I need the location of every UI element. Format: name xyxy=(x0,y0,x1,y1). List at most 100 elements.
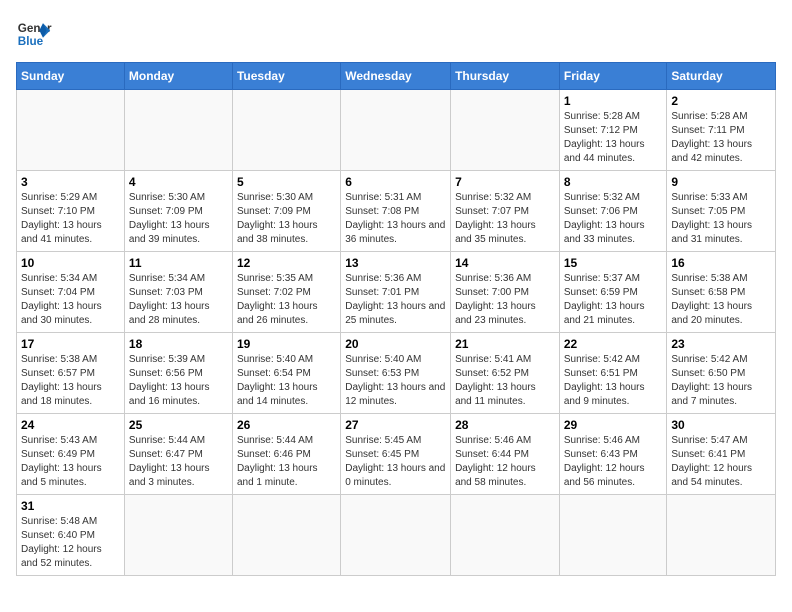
day-number: 19 xyxy=(237,337,336,351)
day-cell: 23 Sunrise: 5:42 AM Sunset: 6:50 PM Dayli… xyxy=(667,333,776,414)
day-cell: 4Sunrise: 5:30 AM Sunset: 7:09 PM Daylig… xyxy=(124,171,232,252)
day-info: Sunrise: 5:29 AM Sunset: 7:10 PM Dayligh… xyxy=(21,191,120,247)
day-cell: 3 Sunrise: 5:29 AM Sunset: 7:10 PM Daylig… xyxy=(17,171,125,252)
day-cell: 24Sunrise: 5:43 AM Sunset: 6:49 PM Dayli… xyxy=(17,414,125,495)
day-number: 23 xyxy=(671,337,771,351)
day-info: Sunrise: 5:46 AM Sunset: 6:43 PM Dayligh… xyxy=(564,434,663,490)
week-row-3: 17 Sunrise: 5:38 AM Sunset: 6:57 PM Dayli… xyxy=(17,333,776,414)
day-number: 12 xyxy=(237,256,336,270)
day-cell: 29 Sunrise: 5:46 AM Sunset: 6:43 PM Dayli… xyxy=(559,414,667,495)
day-number: 28 xyxy=(455,418,555,432)
day-number: 20 xyxy=(345,337,446,351)
day-number: 22 xyxy=(564,337,663,351)
day-info: Sunrise: 5:32 AM Sunset: 7:06 PM Dayligh… xyxy=(564,191,663,247)
day-cell: 18 Sunrise: 5:39 AM Sunset: 6:56 PM Dayli… xyxy=(124,333,232,414)
day-cell: 28Sunrise: 5:46 AM Sunset: 6:44 PM Dayli… xyxy=(451,414,560,495)
day-cell xyxy=(124,495,232,576)
day-info: Sunrise: 5:41 AM Sunset: 6:52 PM Dayligh… xyxy=(455,353,555,409)
day-cell xyxy=(232,90,340,171)
day-info: Sunrise: 5:28 AM Sunset: 7:11 PM Dayligh… xyxy=(671,110,771,166)
day-number: 7 xyxy=(455,175,555,189)
day-info: Sunrise: 5:28 AM Sunset: 7:12 PM Dayligh… xyxy=(564,110,663,166)
calendar-header-row: SundayMondayTuesdayWednesdayThursdayFrid… xyxy=(17,63,776,90)
day-info: Sunrise: 5:42 AM Sunset: 6:50 PM Dayligh… xyxy=(671,353,771,409)
day-cell: 27 Sunrise: 5:45 AM Sunset: 6:45 PM Dayli… xyxy=(341,414,451,495)
day-cell: 5 Sunrise: 5:30 AM Sunset: 7:09 PM Daylig… xyxy=(232,171,340,252)
day-number: 10 xyxy=(21,256,120,270)
day-number: 27 xyxy=(345,418,446,432)
day-number: 13 xyxy=(345,256,446,270)
day-cell: 7 Sunrise: 5:32 AM Sunset: 7:07 PM Daylig… xyxy=(451,171,560,252)
day-cell xyxy=(451,90,560,171)
day-info: Sunrise: 5:31 AM Sunset: 7:08 PM Dayligh… xyxy=(345,191,446,247)
day-info: Sunrise: 5:33 AM Sunset: 7:05 PM Dayligh… xyxy=(671,191,771,247)
day-number: 29 xyxy=(564,418,663,432)
day-cell xyxy=(559,495,667,576)
logo: General Blue xyxy=(16,16,52,52)
day-header-thursday: Thursday xyxy=(451,63,560,90)
page-header: General Blue xyxy=(16,16,776,52)
day-number: 1 xyxy=(564,94,663,108)
day-info: Sunrise: 5:44 AM Sunset: 6:46 PM Dayligh… xyxy=(237,434,336,490)
day-number: 15 xyxy=(564,256,663,270)
week-row-0: 1 Sunrise: 5:28 AM Sunset: 7:12 PM Daylig… xyxy=(17,90,776,171)
calendar-table: SundayMondayTuesdayWednesdayThursdayFrid… xyxy=(16,62,776,576)
day-cell: 30Sunrise: 5:47 AM Sunset: 6:41 PM Dayli… xyxy=(667,414,776,495)
day-number: 26 xyxy=(237,418,336,432)
day-cell: 14Sunrise: 5:36 AM Sunset: 7:00 PM Dayli… xyxy=(451,252,560,333)
day-cell: 10Sunrise: 5:34 AM Sunset: 7:04 PM Dayli… xyxy=(17,252,125,333)
day-cell: 13 Sunrise: 5:36 AM Sunset: 7:01 PM Dayli… xyxy=(341,252,451,333)
day-header-friday: Friday xyxy=(559,63,667,90)
day-cell xyxy=(667,495,776,576)
day-cell: 22 Sunrise: 5:42 AM Sunset: 6:51 PM Dayli… xyxy=(559,333,667,414)
day-cell xyxy=(451,495,560,576)
day-number: 18 xyxy=(129,337,228,351)
week-row-2: 10Sunrise: 5:34 AM Sunset: 7:04 PM Dayli… xyxy=(17,252,776,333)
day-cell: 20 Sunrise: 5:40 AM Sunset: 6:53 PM Dayli… xyxy=(341,333,451,414)
day-cell: 9Sunrise: 5:33 AM Sunset: 7:05 PM Daylig… xyxy=(667,171,776,252)
day-info: Sunrise: 5:39 AM Sunset: 6:56 PM Dayligh… xyxy=(129,353,228,409)
day-info: Sunrise: 5:30 AM Sunset: 7:09 PM Dayligh… xyxy=(129,191,228,247)
day-number: 8 xyxy=(564,175,663,189)
day-number: 11 xyxy=(129,256,228,270)
day-info: Sunrise: 5:48 AM Sunset: 6:40 PM Dayligh… xyxy=(21,515,120,571)
day-cell: 21 Sunrise: 5:41 AM Sunset: 6:52 PM Dayli… xyxy=(451,333,560,414)
day-cell: 6 Sunrise: 5:31 AM Sunset: 7:08 PM Daylig… xyxy=(341,171,451,252)
day-cell: 12 Sunrise: 5:35 AM Sunset: 7:02 PM Dayli… xyxy=(232,252,340,333)
day-number: 24 xyxy=(21,418,120,432)
day-info: Sunrise: 5:40 AM Sunset: 6:54 PM Dayligh… xyxy=(237,353,336,409)
day-info: Sunrise: 5:35 AM Sunset: 7:02 PM Dayligh… xyxy=(237,272,336,328)
day-header-saturday: Saturday xyxy=(667,63,776,90)
day-info: Sunrise: 5:44 AM Sunset: 6:47 PM Dayligh… xyxy=(129,434,228,490)
day-number: 25 xyxy=(129,418,228,432)
day-number: 3 xyxy=(21,175,120,189)
day-number: 17 xyxy=(21,337,120,351)
week-row-1: 3 Sunrise: 5:29 AM Sunset: 7:10 PM Daylig… xyxy=(17,171,776,252)
day-header-sunday: Sunday xyxy=(17,63,125,90)
day-info: Sunrise: 5:36 AM Sunset: 7:01 PM Dayligh… xyxy=(345,272,446,328)
day-info: Sunrise: 5:34 AM Sunset: 7:03 PM Dayligh… xyxy=(129,272,228,328)
day-cell: 17 Sunrise: 5:38 AM Sunset: 6:57 PM Dayli… xyxy=(17,333,125,414)
day-cell: 16 Sunrise: 5:38 AM Sunset: 6:58 PM Dayli… xyxy=(667,252,776,333)
day-number: 5 xyxy=(237,175,336,189)
week-row-4: 24Sunrise: 5:43 AM Sunset: 6:49 PM Dayli… xyxy=(17,414,776,495)
week-row-5: 31 Sunrise: 5:48 AM Sunset: 6:40 PM Dayli… xyxy=(17,495,776,576)
day-info: Sunrise: 5:40 AM Sunset: 6:53 PM Dayligh… xyxy=(345,353,446,409)
day-info: Sunrise: 5:45 AM Sunset: 6:45 PM Dayligh… xyxy=(345,434,446,490)
day-number: 21 xyxy=(455,337,555,351)
svg-text:Blue: Blue xyxy=(18,35,44,48)
day-info: Sunrise: 5:36 AM Sunset: 7:00 PM Dayligh… xyxy=(455,272,555,328)
day-info: Sunrise: 5:38 AM Sunset: 6:57 PM Dayligh… xyxy=(21,353,120,409)
day-cell: 26 Sunrise: 5:44 AM Sunset: 6:46 PM Dayli… xyxy=(232,414,340,495)
day-number: 31 xyxy=(21,499,120,513)
day-info: Sunrise: 5:32 AM Sunset: 7:07 PM Dayligh… xyxy=(455,191,555,247)
day-info: Sunrise: 5:37 AM Sunset: 6:59 PM Dayligh… xyxy=(564,272,663,328)
day-cell: 25 Sunrise: 5:44 AM Sunset: 6:47 PM Dayli… xyxy=(124,414,232,495)
day-cell xyxy=(341,90,451,171)
day-number: 16 xyxy=(671,256,771,270)
day-number: 6 xyxy=(345,175,446,189)
day-info: Sunrise: 5:42 AM Sunset: 6:51 PM Dayligh… xyxy=(564,353,663,409)
day-cell xyxy=(341,495,451,576)
day-info: Sunrise: 5:38 AM Sunset: 6:58 PM Dayligh… xyxy=(671,272,771,328)
day-info: Sunrise: 5:30 AM Sunset: 7:09 PM Dayligh… xyxy=(237,191,336,247)
